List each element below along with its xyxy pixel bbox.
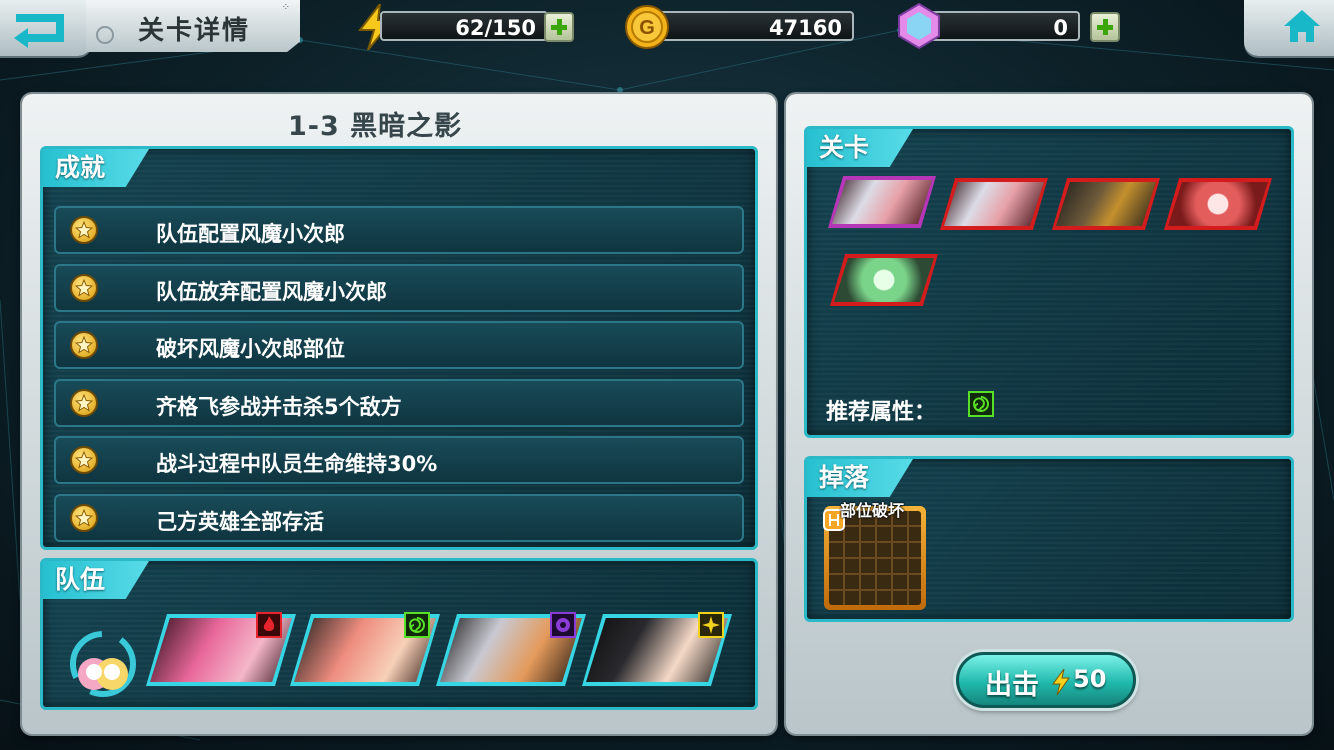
star-icon xyxy=(70,273,98,302)
achievement-text: 己方英雄全部存活 xyxy=(156,509,324,534)
team-switch-icon[interactable] xyxy=(58,624,148,700)
dots-decoration-icon: ⁘ xyxy=(281,2,290,13)
gem-icon xyxy=(898,2,940,50)
enemy-2-portrait[interactable] xyxy=(940,178,1048,230)
fight-button[interactable]: 出击 50 xyxy=(956,652,1136,708)
fire-element-icon xyxy=(256,612,282,638)
drops-label: 掉落 xyxy=(807,459,914,497)
recommend-element-label: 推荐属性： xyxy=(826,400,937,425)
star-icon xyxy=(70,446,98,474)
recommend-wind-element-icon xyxy=(968,391,994,417)
achievement-row: 破坏风魔小次郎部位 xyxy=(54,321,744,369)
wind-element-icon xyxy=(404,612,430,638)
achievements-label: 成就 xyxy=(43,149,150,187)
fight-cost: 50 xyxy=(1073,665,1107,693)
drop-item-label: 部位破坏 xyxy=(840,501,905,520)
achievement-row: 队伍配置风魔小次郎 xyxy=(54,206,744,254)
star-icon xyxy=(70,503,98,532)
star-icon xyxy=(70,331,98,359)
stamina-resource: 62/150 xyxy=(356,4,586,50)
star-icon xyxy=(70,388,98,417)
level-label: 关卡 xyxy=(807,129,914,167)
gem-value: 0 xyxy=(1053,16,1068,40)
gold-coin-icon: G xyxy=(625,5,669,49)
achievement-text: 队伍配置风魔小次郎 xyxy=(156,222,345,246)
tab-decoration-icon xyxy=(96,26,114,44)
enemy-1-portrait[interactable] xyxy=(828,176,936,228)
achievement-text: 战斗过程中队员生命维持30% xyxy=(156,452,438,476)
enemy-3-portrait[interactable] xyxy=(1052,178,1160,230)
gold-value: 47160 xyxy=(768,16,842,40)
achievement-text: 队伍放弃配置风魔小次郎 xyxy=(156,279,387,304)
achievement-row: 战斗过程中队员生命维持30% xyxy=(54,436,744,484)
stage-title: 1-3 黑暗之影 xyxy=(288,111,463,142)
achievement-row: 己方英雄全部存活 xyxy=(54,493,744,542)
page-title: 关卡详情 xyxy=(138,16,251,46)
star-icon xyxy=(70,216,98,244)
stamina-cost-icon xyxy=(1052,669,1070,695)
team-label: 队伍 xyxy=(43,561,150,599)
gem-resource: 0 xyxy=(896,2,1128,50)
home-button[interactable] xyxy=(1244,0,1334,56)
home-icon xyxy=(1284,10,1320,42)
fight-label: 出击 xyxy=(985,670,1039,701)
achievement-text: 破坏风魔小次郎部位 xyxy=(156,337,345,361)
page-title-tab: 关卡详情 ⁘ xyxy=(86,0,300,52)
achievement-row: 齐格飞参战并击杀5个敌方 xyxy=(54,378,744,427)
back-arrow-icon xyxy=(14,14,64,48)
enemy-5-portrait[interactable] xyxy=(830,254,938,306)
stamina-value: 62/150 xyxy=(455,16,536,40)
dark-element-icon xyxy=(550,612,576,638)
achievement-text: 齐格飞参战并击杀5个敌方 xyxy=(156,394,402,419)
back-button[interactable] xyxy=(0,0,92,56)
enemy-4-portrait[interactable] xyxy=(1164,178,1272,230)
gold-resource: 47160 G xyxy=(624,5,856,49)
light-element-icon xyxy=(698,612,724,638)
add-stamina-button[interactable] xyxy=(544,12,574,42)
svg-text:G: G xyxy=(639,17,655,39)
achievement-row: 队伍放弃配置风魔小次郎 xyxy=(54,263,744,312)
add-gem-button[interactable] xyxy=(1090,12,1120,42)
